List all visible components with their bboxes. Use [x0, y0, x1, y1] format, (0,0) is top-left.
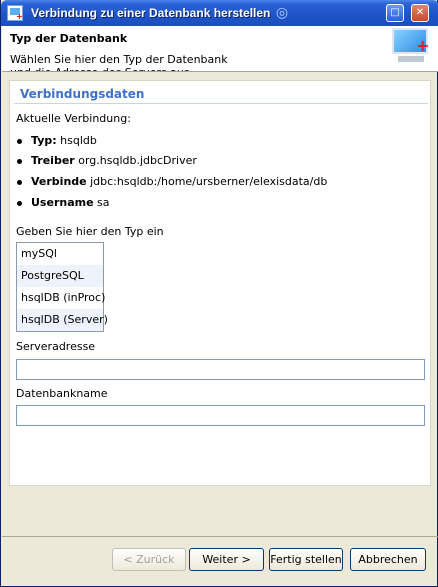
- connection-driver-row: Treiber org.hsqldb.jdbcDriver: [31, 154, 197, 167]
- connection-driver-key: Treiber: [31, 154, 75, 167]
- finish-button[interactable]: Fertig stellen: [269, 548, 343, 571]
- type-option-hsqldb-server[interactable]: hsqlDB (Server): [17, 309, 108, 331]
- maximize-button[interactable]: □: [386, 4, 404, 22]
- wizard-header: Typ der Datenbank Wählen Sie hier den Ty…: [2, 26, 438, 72]
- bullet-icon: [17, 159, 22, 164]
- section-title: Verbindungsdaten: [20, 87, 145, 101]
- connection-driver-value: org.hsqldb.jdbcDriver: [78, 154, 197, 167]
- connection-panel: Verbindungsdaten Aktuelle Verbindung: Ty…: [9, 80, 431, 486]
- connection-type-row: Typ: hsqldb: [31, 134, 97, 147]
- connection-type-key: Typ:: [31, 134, 57, 147]
- bullet-icon: [17, 201, 22, 206]
- back-button[interactable]: < Zurück: [112, 548, 186, 571]
- header-description: Wählen Sie hier den Typ der Datenbank un…: [10, 53, 228, 71]
- type-option-mysql[interactable]: mySQl: [17, 243, 103, 265]
- server-address-label: Serveradresse: [16, 340, 96, 353]
- connection-username-row: Username sa: [31, 196, 110, 209]
- server-address-input[interactable]: [16, 359, 425, 380]
- database-name-input[interactable]: [16, 405, 425, 426]
- connection-url-row: Verbinde jdbc:hsqldb:/home/ursberner/ele…: [31, 175, 327, 188]
- title-bar[interactable]: + Verbindung zu einer Datenbank herstell…: [1, 0, 438, 26]
- database-name-label: Datenbankname: [16, 387, 108, 400]
- connection-url-key: Verbinde: [31, 175, 87, 188]
- section-divider: [14, 103, 428, 104]
- dialog-window: + Verbindung zu einer Datenbank herstell…: [0, 0, 438, 587]
- app-icon: +: [7, 5, 23, 21]
- type-option-postgresql[interactable]: PostgreSQL: [17, 265, 103, 287]
- cancel-button[interactable]: Abbrechen: [350, 548, 426, 571]
- bullet-icon: [17, 139, 22, 144]
- header-title: Typ der Datenbank: [10, 32, 128, 45]
- window-title: Verbindung zu einer Datenbank herstellen: [31, 6, 271, 20]
- connection-type-value: hsqldb: [60, 134, 97, 147]
- next-button[interactable]: Weiter >: [189, 548, 264, 571]
- swirl-icon: ◎: [275, 5, 289, 21]
- database-type-list[interactable]: mySQl PostgreSQL hsqlDB (inProc) hsqlDB …: [16, 242, 108, 332]
- button-bar-divider: [2, 536, 438, 537]
- type-select-label: Geben Sie hier den Typ ein: [16, 225, 164, 238]
- current-connection-label: Aktuelle Verbindung:: [16, 112, 131, 125]
- connection-username-key: Username: [31, 196, 94, 209]
- database-monitor-icon: +: [390, 28, 432, 70]
- close-button[interactable]: ✕: [411, 4, 429, 22]
- type-option-hsqldb-inproc[interactable]: hsqlDB (inProc): [17, 287, 105, 309]
- connection-url-value: jdbc:hsqldb:/home/ursberner/elexisdata/d…: [90, 175, 328, 188]
- connection-username-value: sa: [97, 196, 110, 209]
- bullet-icon: [17, 180, 22, 185]
